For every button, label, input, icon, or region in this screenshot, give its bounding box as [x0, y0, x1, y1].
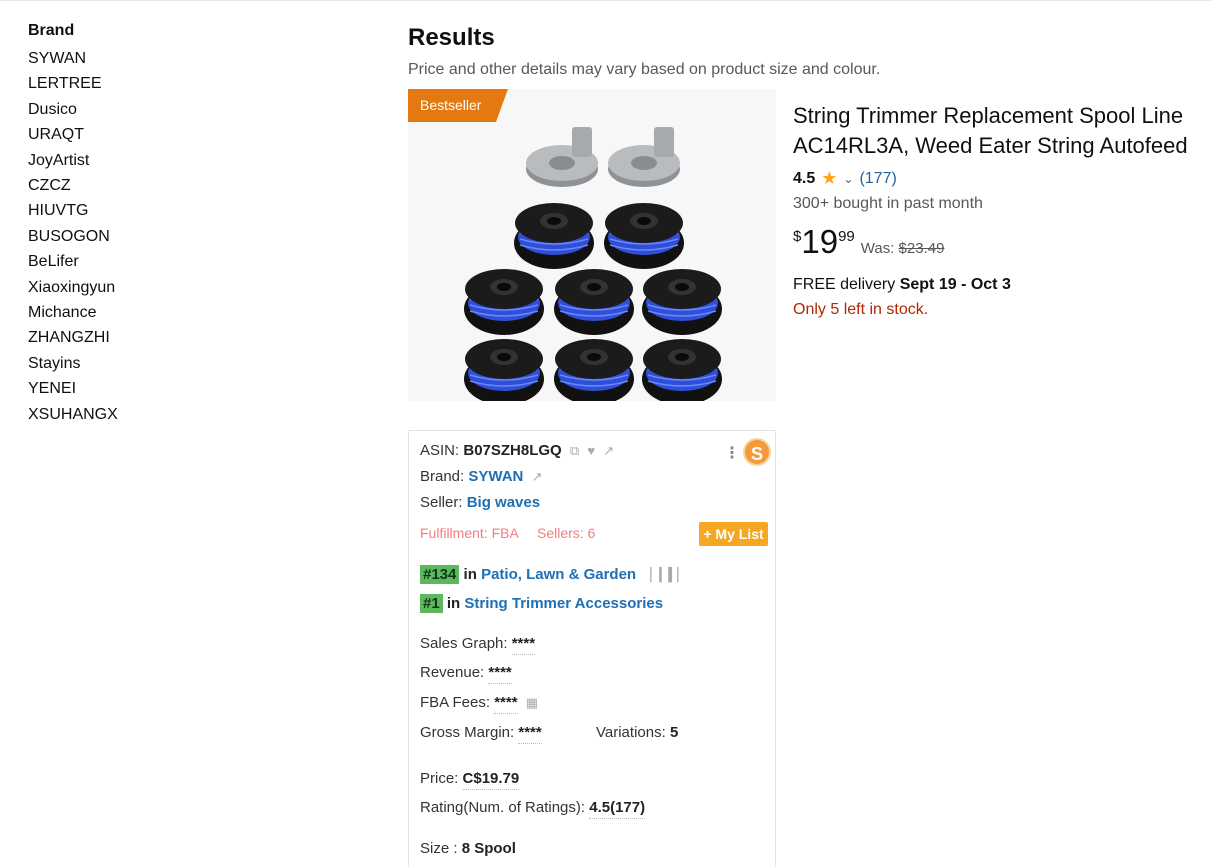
price-value: C$19.79: [462, 770, 520, 790]
brand-filter-sidebar: Brand SYWAN LERTREE Dusico URAQT JoyArti…: [28, 22, 228, 427]
sales-graph-value[interactable]: ****: [511, 635, 536, 655]
variations-row: Variations: 5: [596, 724, 678, 741]
bestseller-badge: Bestseller: [408, 89, 508, 122]
price-currency: $: [793, 228, 802, 245]
brand-list: SYWAN LERTREE Dusico URAQT JoyArtist CZC…: [28, 46, 228, 427]
brand-row: Brand: SYWAN ↗: [420, 468, 542, 485]
rating-row: Rating(Num. of Ratings): 4.5(177): [420, 799, 646, 819]
brand-option-xiaoxingyun[interactable]: Xiaoxingyun: [28, 275, 228, 300]
external-link-icon[interactable]: ↗: [532, 469, 543, 484]
heart-icon[interactable]: ♥: [587, 443, 595, 458]
product-image[interactable]: Bestseller: [408, 89, 776, 401]
rank-category-link[interactable]: Patio, Lawn & Garden: [481, 566, 636, 583]
brand-option-zhangzhi[interactable]: ZHANGZHI: [28, 325, 228, 350]
price-fraction: 99: [838, 228, 855, 245]
size-label: Size :: [420, 840, 458, 857]
brand-option-dusico[interactable]: Dusico: [28, 97, 228, 122]
delivery-dates: Sept 19 - Oct 3: [899, 276, 1011, 293]
rating-count-link[interactable]: (177): [859, 170, 896, 188]
rating-label: Rating(Num. of Ratings):: [420, 799, 586, 816]
brand-option-uraqt[interactable]: URAQT: [28, 122, 228, 147]
rating-value: 4.5(177): [589, 799, 646, 819]
brand-filter-heading: Brand: [28, 22, 75, 39]
asin-row: ASIN: B07SZH8LGQ ⧉ ♥ ↗: [420, 442, 614, 459]
price-whole: 19: [801, 223, 839, 260]
rank-row-2: #1 in String Trimmer Accessories: [420, 594, 663, 613]
rank-row-1: #134 in Patio, Lawn & Garden ▏▎▍▏: [420, 565, 687, 584]
rank-badge: #1: [420, 594, 443, 613]
gross-margin-value[interactable]: ****: [518, 724, 542, 744]
chevron-down-icon[interactable]: ⌄: [843, 172, 853, 186]
rank-category-link[interactable]: String Trimmer Accessories: [464, 595, 663, 612]
brand-option-belifer[interactable]: BeLifer: [28, 249, 228, 274]
stock-warning: Only 5 left in stock.: [793, 301, 929, 318]
results-heading: Results: [408, 24, 495, 51]
brand-option-michance[interactable]: Michance: [28, 300, 228, 325]
rating-value: 4.5: [793, 169, 816, 187]
brand-option-lertree[interactable]: LERTREE: [28, 71, 228, 96]
sellers-tag[interactable]: Sellers: 6: [537, 525, 595, 541]
product-title-line2[interactable]: AC14RL3A, Weed Eater String Autofeed: [793, 131, 1211, 161]
rank-badge: #134: [420, 565, 460, 584]
was-price: Was: $23.49: [861, 240, 945, 257]
brand-option-czcz[interactable]: CZCZ: [28, 173, 228, 198]
revenue-row: Revenue: ****: [420, 664, 512, 684]
delivery-info: FREE delivery Sept 19 - Oct 3: [793, 276, 1011, 294]
brand-option-yenei[interactable]: YENEI: [28, 376, 228, 401]
spool-product-photo: [463, 127, 723, 401]
share-icon[interactable]: ↗: [603, 443, 614, 458]
seller-label: Seller:: [420, 494, 463, 511]
price-row: Price: C$19.79: [420, 770, 520, 790]
fulfillment-row: Fulfillment: FBA Sellers: 6: [420, 525, 609, 542]
brand-option-busogon[interactable]: BUSOGON: [28, 224, 228, 249]
sales-graph-row: Sales Graph: ****: [420, 635, 536, 655]
results-disclaimer: Price and other details may vary based o…: [408, 61, 881, 78]
variations-value[interactable]: 5: [670, 724, 678, 741]
bought-in-past-month: 300+ bought in past month: [793, 195, 983, 212]
product-price[interactable]: $ 19 99 Was: $23.49: [793, 224, 944, 260]
calculator-icon[interactable]: ▦: [526, 695, 538, 710]
add-to-my-list-button[interactable]: + My List: [699, 522, 768, 546]
fba-fees-label: FBA Fees:: [420, 694, 491, 711]
star-icon[interactable]: ★: [821, 168, 837, 189]
seller-row: Seller: Big waves: [420, 494, 540, 511]
rank-in: in: [463, 566, 477, 583]
revenue-label: Revenue:: [420, 664, 485, 681]
brand-option-hiuvtg[interactable]: HIUVTG: [28, 198, 228, 223]
asin-label: ASIN:: [420, 442, 460, 459]
delivery-prefix: FREE delivery: [793, 276, 896, 293]
brand-option-joyartist[interactable]: JoyArtist: [28, 148, 228, 173]
brand-link[interactable]: SYWAN: [468, 468, 523, 485]
brand-option-stayins[interactable]: Stayins: [28, 351, 228, 376]
was-label: Was:: [860, 240, 895, 257]
more-options-icon[interactable]: ⋮: [724, 443, 740, 463]
size-row: Size : 8 Spool: [420, 840, 516, 857]
revenue-value[interactable]: ****: [488, 664, 512, 684]
gross-margin-label: Gross Margin:: [420, 724, 515, 741]
product-title[interactable]: String Trimmer Replacement Spool Line AC…: [793, 101, 1211, 161]
sales-graph-label: Sales Graph:: [420, 635, 508, 652]
brand-option-sywan[interactable]: SYWAN: [28, 46, 228, 71]
size-value: 8 Spool: [461, 840, 516, 857]
fba-fees-row: FBA Fees: **** ▦: [420, 694, 538, 714]
asin-value[interactable]: B07SZH8LGQ: [463, 442, 561, 459]
rank-in: in: [446, 595, 461, 612]
copy-icon[interactable]: ⧉: [570, 443, 579, 458]
was-price-value: $23.49: [898, 240, 945, 257]
brand-option-xsuhangx[interactable]: XSUHANGX: [28, 402, 228, 427]
variations-label: Variations:: [596, 724, 666, 741]
extension-logo-icon[interactable]: S: [743, 438, 771, 466]
product-title-line1[interactable]: String Trimmer Replacement Spool Line: [793, 101, 1211, 131]
seller-link[interactable]: Big waves: [467, 494, 540, 511]
fba-fees-value[interactable]: ****: [494, 694, 518, 714]
gross-margin-row: Gross Margin: ****: [420, 724, 542, 744]
seller-extension-card: ASIN: B07SZH8LGQ ⧉ ♥ ↗ ⋮ S Brand: SYWAN …: [408, 430, 776, 867]
price-label: Price:: [420, 770, 459, 787]
top-divider: [0, 0, 1211, 1]
brand-label: Brand:: [420, 468, 465, 485]
fulfillment-tag: Fulfillment: FBA: [420, 525, 519, 541]
product-rating: 4.5 ★ ⌄ (177): [793, 168, 897, 189]
bar-chart-icon[interactable]: ▏▎▍▏: [650, 567, 687, 582]
